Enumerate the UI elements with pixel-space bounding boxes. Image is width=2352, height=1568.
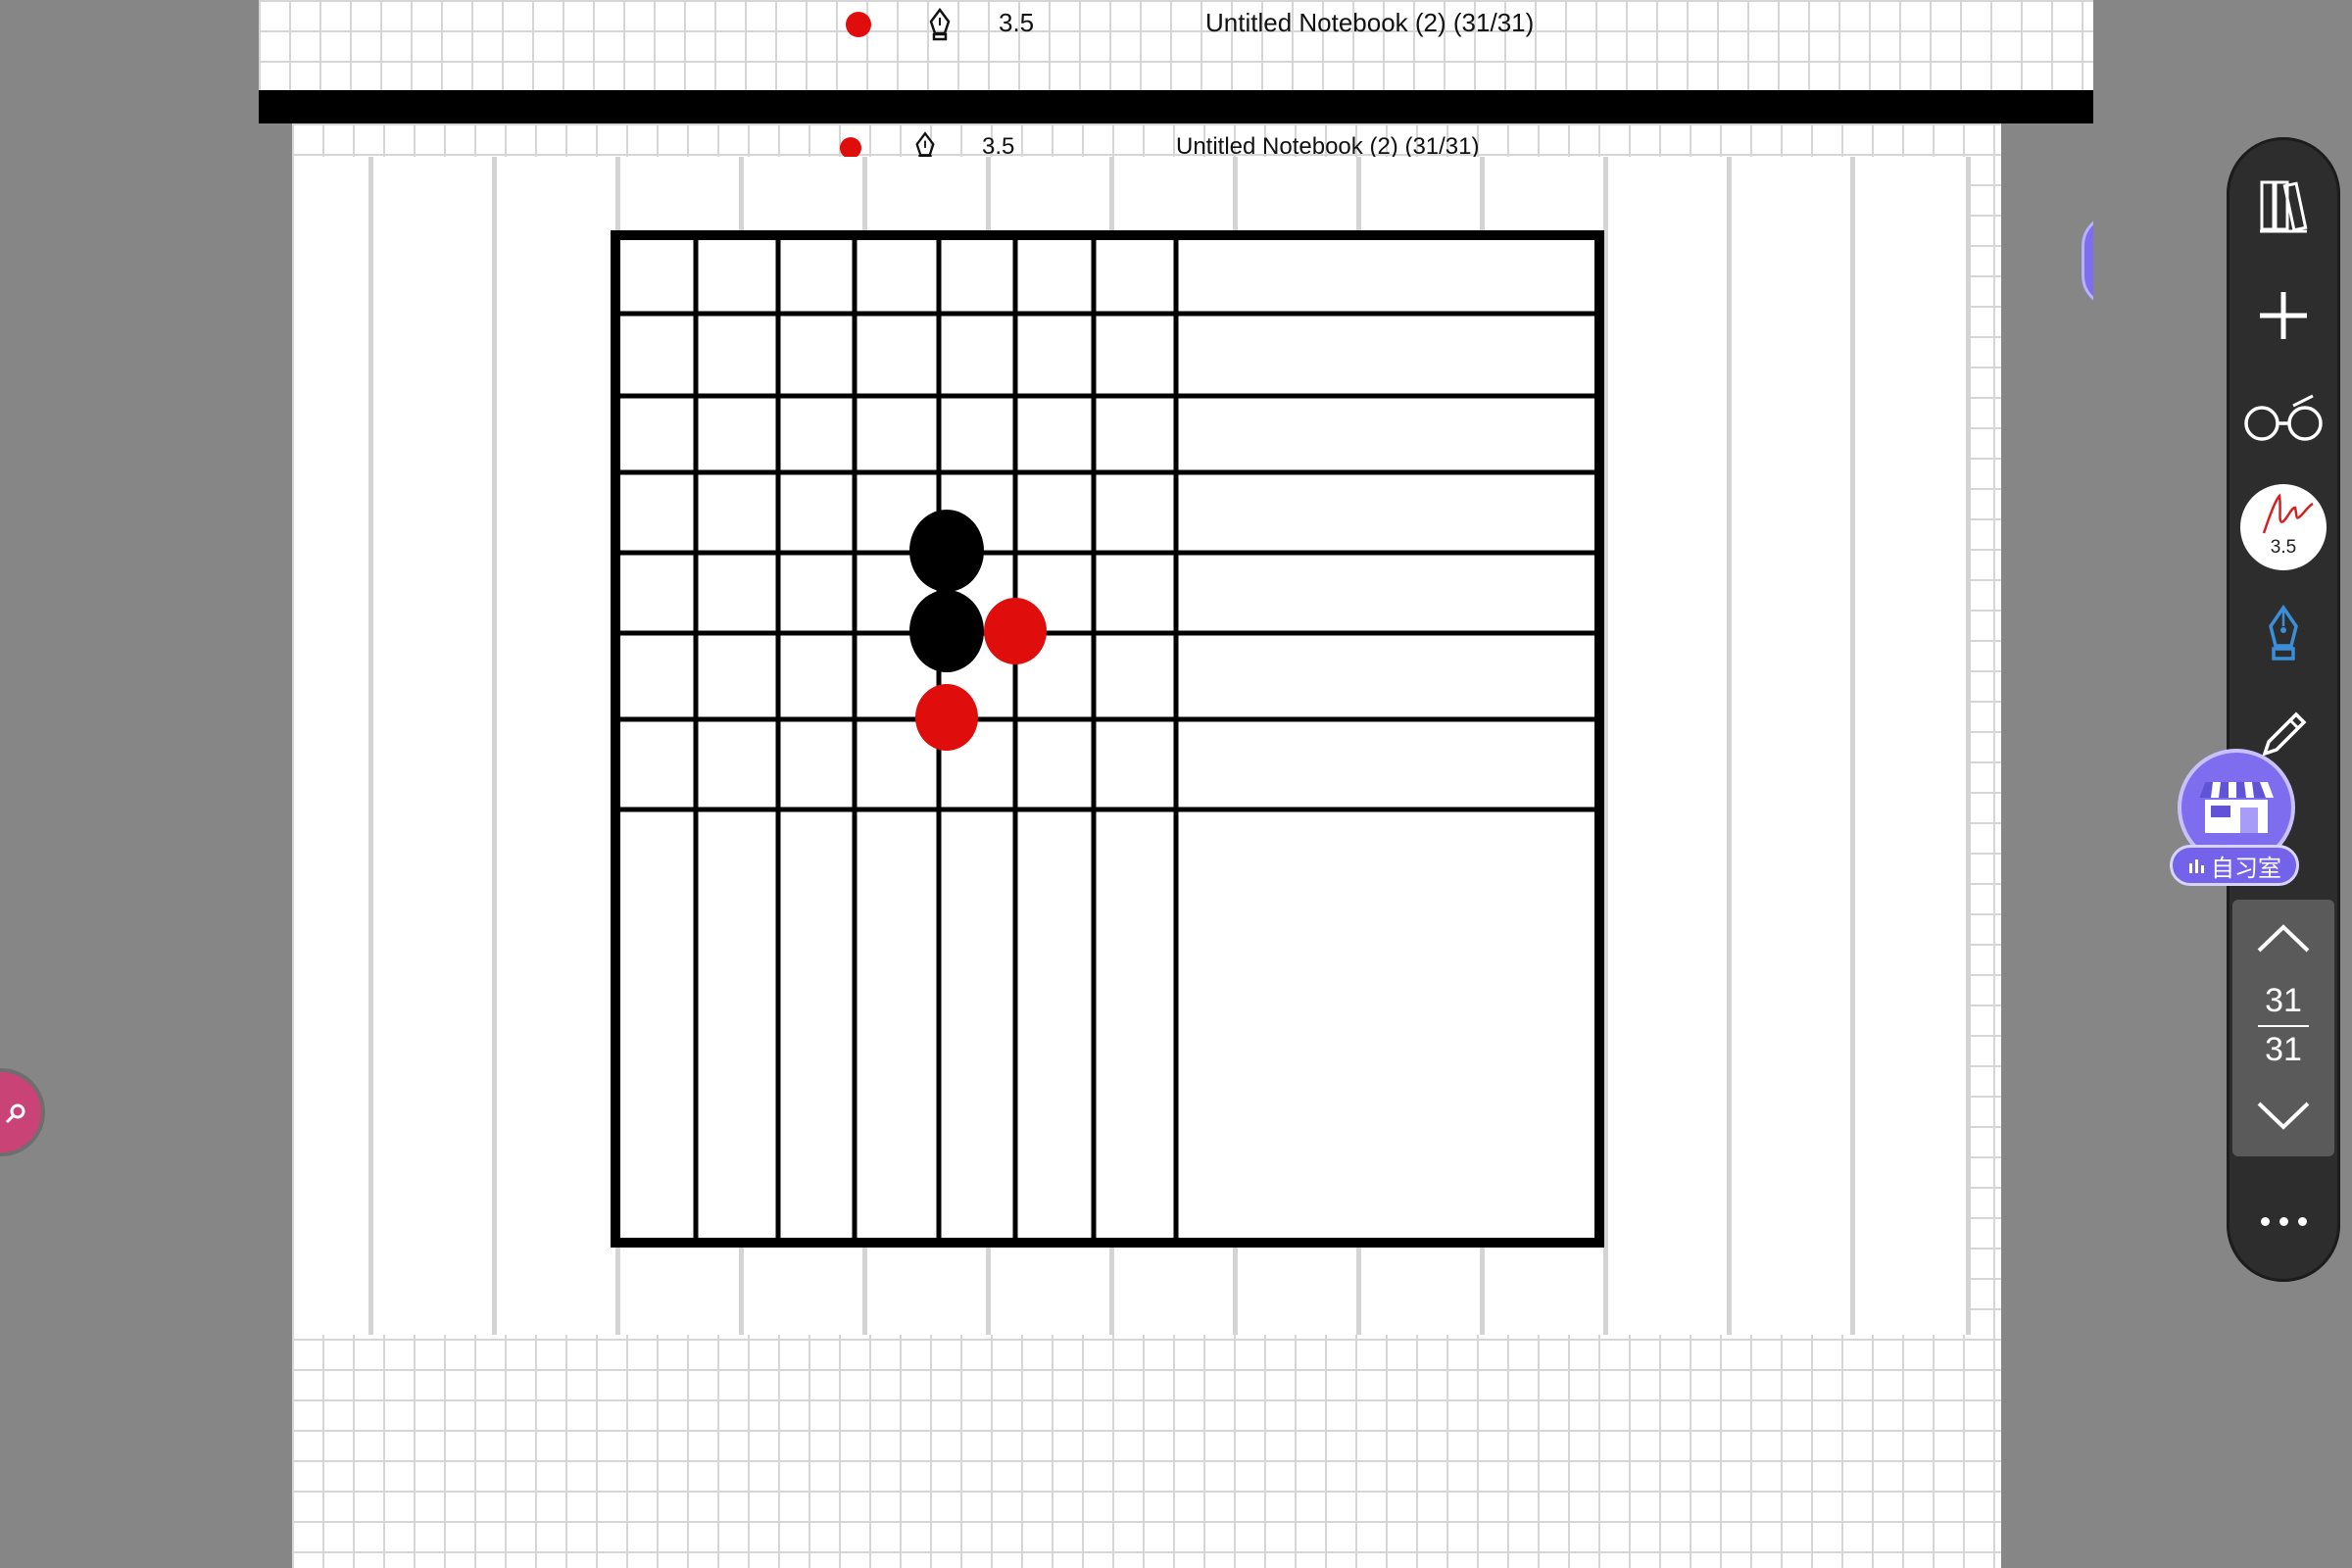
black-stone[interactable] <box>909 590 984 672</box>
study-room-button[interactable]: 自习室 <box>2170 749 2303 890</box>
search-icon <box>5 1103 25 1124</box>
more-dot <box>2260 1216 2270 1226</box>
total-page-number: 31 <box>2265 1031 2302 1068</box>
search-floating-button[interactable] <box>0 1068 45 1156</box>
page-navigator: 31 31 <box>2232 900 2334 1156</box>
signature-icon <box>2262 493 2314 534</box>
notebook-title: Untitled Notebook (2) (31/31) <box>1205 8 1535 37</box>
more-dot <box>2297 1216 2307 1226</box>
stripe <box>1850 157 1855 1335</box>
reading-mode-button[interactable] <box>2227 370 2340 468</box>
red-stone[interactable] <box>915 684 978 751</box>
glasses-icon <box>2244 394 2323 441</box>
pen-size-label: 3.5 <box>2270 537 2297 558</box>
stripe <box>492 157 497 1335</box>
red-stone[interactable] <box>984 598 1047 664</box>
library-button[interactable] <box>2227 157 2340 255</box>
game-board[interactable] <box>610 229 1605 1249</box>
pen-size-readout: 3.5 <box>999 8 1035 37</box>
previous-page-button[interactable] <box>2232 909 2334 968</box>
more-dot <box>2278 1216 2288 1226</box>
right-toolbar: 3.5 31 31 <box>2227 137 2340 1282</box>
plus-icon <box>2260 292 2307 339</box>
chevron-up-icon <box>2257 924 2310 953</box>
floating-widget-partial[interactable] <box>2078 214 2093 327</box>
study-room-label: 自习室 <box>2211 855 2281 882</box>
page-divider <box>2258 1025 2309 1027</box>
ink-color-indicator <box>840 137 861 159</box>
study-room-label-pill: 自习室 <box>2170 845 2299 886</box>
ink-color-indicator <box>846 12 871 37</box>
pasted-image[interactable] <box>294 157 1971 1335</box>
stripe <box>1727 157 1732 1335</box>
stripe <box>1966 157 1971 1335</box>
more-options-button[interactable] <box>2227 1192 2340 1250</box>
current-page-number: 31 <box>2265 982 2302 1019</box>
black-stone[interactable] <box>909 510 984 592</box>
fountain-pen-button[interactable] <box>2227 586 2340 684</box>
next-page-button[interactable] <box>2232 1086 2334 1145</box>
notebook-page-previous: 3.5 Untitled Notebook (2) (31/31) <box>259 0 2093 90</box>
stripe <box>368 157 373 1335</box>
chevron-down-icon <box>2257 1102 2310 1130</box>
page-separator <box>259 90 2093 123</box>
pen-size-button[interactable]: 3.5 <box>2240 484 2327 570</box>
library-icon <box>2260 180 2308 233</box>
fountain-pen-icon <box>2269 605 2298 661</box>
fountain-pen-icon <box>927 7 953 46</box>
add-page-button[interactable] <box>2227 267 2340 365</box>
bar-chart-icon <box>2189 859 2204 873</box>
board-grid <box>611 230 1604 1248</box>
